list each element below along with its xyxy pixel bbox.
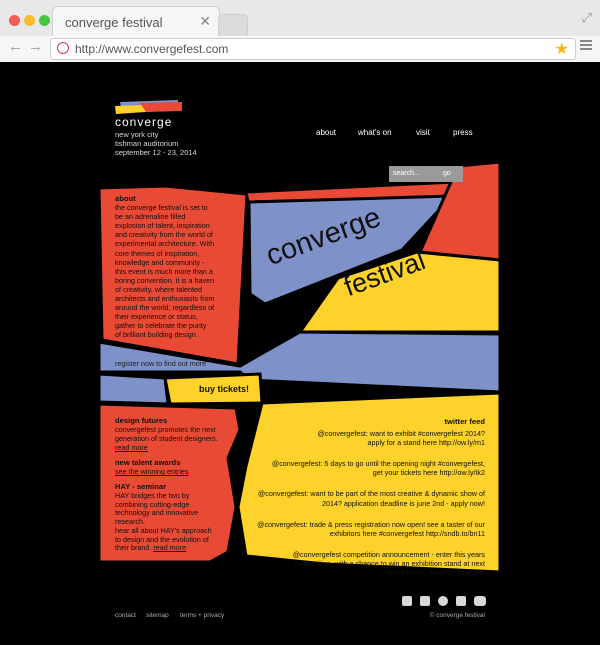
footer-sitemap[interactable]: sitemap [146, 612, 169, 619]
tweet-line: @convergefest: 5 days to go until the op… [271, 459, 485, 469]
design-futures-heading: design futures [115, 416, 168, 425]
nav-visit[interactable]: visit [416, 128, 430, 137]
browser-toolbar: ← → http://www.convergefest.com ★ [0, 36, 600, 63]
facebook-icon[interactable] [420, 596, 430, 606]
tweet-line: apply for a stand here http://ow.ly/m1 [367, 438, 485, 448]
browser-tab[interactable]: converge festival ✕ [52, 6, 220, 37]
maximize-window-icon[interactable] [39, 15, 50, 26]
new-talent-link[interactable]: see the winning entries [115, 467, 189, 476]
search-input[interactable]: search... [389, 166, 463, 182]
browser-chrome: converge festival ✕ ⤢ ← → http://www.con… [0, 0, 600, 63]
new-talent-heading: new talent awards [115, 458, 181, 467]
hamburger-menu-icon[interactable] [580, 40, 592, 50]
design-futures-read-more[interactable]: read more [115, 443, 148, 452]
about-line: architects and enthusiasts from [115, 294, 215, 303]
about-line: around the world, regardless of [115, 303, 215, 313]
close-window-icon[interactable] [9, 15, 20, 26]
youtube-icon[interactable] [474, 596, 486, 606]
tab-title: converge festival [65, 15, 163, 30]
copyright: © converge festival [429, 612, 485, 619]
hay-last-text: their brand. [115, 543, 152, 552]
twitter-icon[interactable] [402, 596, 412, 606]
hay-last-line: their brand. read more [115, 543, 186, 552]
tweet-line: exhibitors here #convergefest http://snd… [329, 528, 485, 538]
register-tab [97, 372, 170, 406]
tweet-line: @convergefest competition announcement -… [292, 549, 485, 559]
about-line: the converge festival is set to [115, 203, 208, 212]
back-arrow-icon[interactable]: ← [8, 38, 23, 55]
forward-arrow-icon[interactable]: → [28, 38, 43, 55]
about-line: and creativity from the world of [115, 230, 213, 240]
site-favicon-icon [57, 42, 69, 54]
tweet-line: 2014? application deadline is june 2nd -… [321, 498, 485, 508]
hay-line: to design and the evolution of [115, 534, 209, 544]
minimize-window-icon[interactable] [24, 15, 35, 26]
tweet-line: @convergefest: want to be part of the mo… [257, 489, 485, 499]
about-line: boring convention. it is a haven [115, 275, 215, 285]
register-link[interactable]: register now to find out more [115, 359, 206, 368]
tweet-line: get your tickets here http://ow.ly/tk2 [372, 468, 485, 478]
about-line: knowledge and community - [115, 257, 205, 267]
about-line: their experience or status, [115, 312, 198, 322]
design-futures-line-1: convergefest promotes the next [115, 425, 216, 434]
nav-whats-on[interactable]: what's on [358, 128, 392, 137]
web-page: converge new york city tishman auditoriu… [0, 62, 600, 645]
about-line: explosion of talent, inspiration [115, 221, 210, 231]
logo-stripe-red [140, 102, 182, 112]
new-tab-button[interactable] [218, 14, 248, 37]
header-city: new york city [115, 130, 159, 139]
instagram-icon[interactable] [456, 596, 466, 606]
about-line: gather to celebrate the purity [115, 321, 207, 331]
about-line: of brilliant building design. [115, 330, 198, 340]
tweet-line: @convergefest: want to exhibit #converge… [317, 429, 485, 438]
address-bar[interactable]: http://www.convergefest.com ★ [50, 38, 576, 60]
hay-read-more[interactable]: read more [153, 543, 186, 552]
buy-tickets-button[interactable]: buy tickets! [199, 384, 249, 394]
search-placeholder: search... [393, 170, 420, 177]
header-venue: tishman auditorium [115, 139, 179, 148]
search-go-button[interactable]: go [443, 170, 451, 177]
about-line: of creativity, where talented [115, 284, 202, 294]
header-dates: september 12 - 23, 2014 [115, 148, 197, 157]
expand-icon[interactable]: ⤢ [582, 10, 592, 26]
bookmark-star-icon[interactable]: ★ [555, 39, 569, 59]
about-line: core themes of inspiration, [115, 248, 200, 258]
tab-close-icon[interactable]: ✕ [199, 13, 211, 30]
design-futures-line-2: generation of student designers. [115, 434, 218, 443]
nav-about[interactable]: about [316, 128, 336, 137]
nav-press[interactable]: press [453, 128, 473, 137]
about-line: experimental architecture. With [115, 239, 215, 249]
about-line: this event is much more than a [115, 266, 213, 276]
footer-terms[interactable]: terms + privacy [180, 612, 224, 619]
hay-heading: HAY - seminar [115, 482, 167, 491]
about-line: be an adrenaline filled [115, 212, 186, 222]
pinterest-icon[interactable] [438, 596, 448, 606]
about-heading: about [115, 194, 136, 203]
tweet-line: competition, with a chance to win an exh… [294, 558, 485, 568]
url-text: http://www.convergefest.com [75, 42, 229, 56]
footer-contact[interactable]: contact [115, 612, 136, 619]
twitter-heading: twitter feed [444, 417, 485, 426]
site-logo[interactable]: converge [115, 115, 172, 129]
tweet-line: year's event. deadline june 2nd [385, 568, 485, 577]
tweet-line: @convergefest: trade & press registratio… [257, 519, 485, 529]
